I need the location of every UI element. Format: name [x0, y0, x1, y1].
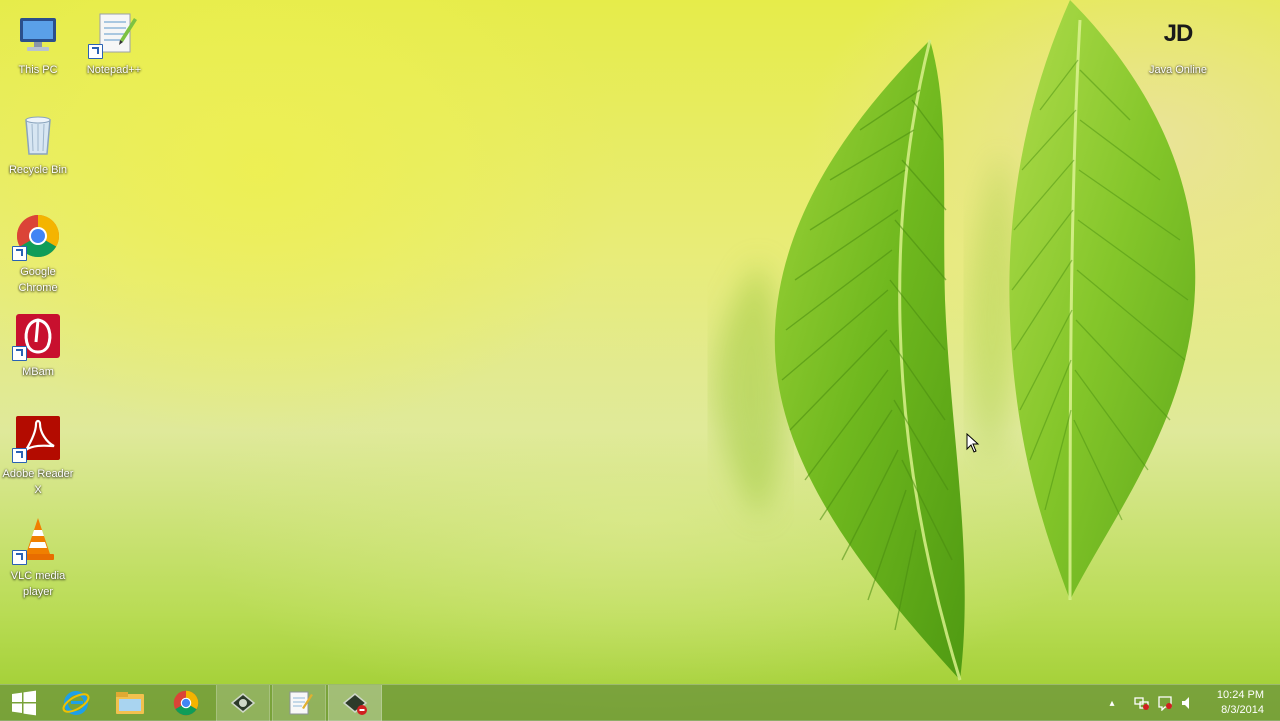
desktop-icon-java-online[interactable]: JD Java Online: [1140, 10, 1216, 78]
shortcut-arrow-icon: [12, 246, 27, 261]
network-icon: [1134, 697, 1149, 710]
taskbar-notepad[interactable]: [272, 685, 326, 721]
clock-time: 10:24 PM: [1216, 689, 1264, 701]
chrome-icon: [12, 212, 62, 261]
chrome-icon: [173, 690, 199, 716]
desktop-icon-label: VLC media player: [10, 570, 66, 598]
jdownloader-icon: JD: [1154, 10, 1202, 58]
shortcut-arrow-icon: [12, 550, 27, 565]
taskbar-media-app[interactable]: [216, 685, 270, 721]
desktop-icon-label: Adobe Reader X: [2, 468, 74, 496]
desktop-icon-label: Notepad++: [86, 64, 142, 76]
clock-date: 8/3/2014: [1221, 704, 1264, 716]
show-hidden-icons-button[interactable]: ▴: [1104, 695, 1120, 711]
taskbar: ▴ 10:24 PM 8/3/2014: [0, 684, 1280, 721]
taskbar-file-explorer[interactable]: [104, 685, 156, 721]
desktop-icon-mbam[interactable]: MBam: [0, 312, 76, 380]
tray-action-center[interactable]: [1157, 695, 1173, 711]
desktop-icon-label: MBam: [22, 366, 54, 378]
desktop-icon-this-pc[interactable]: This PC: [0, 10, 76, 78]
taskbar-chrome[interactable]: [160, 685, 212, 721]
shortcut-arrow-icon: [12, 448, 27, 463]
desktop-icon-recycle-bin[interactable]: Recycle Bin: [0, 110, 76, 178]
desktop-background: This PC Notepad++ Recycle Bin Google Chr…: [0, 0, 1280, 720]
desktop-icon-label: Recycle Bin: [8, 164, 68, 176]
recycle-bin-icon: [14, 110, 62, 158]
action-center-icon: [1158, 696, 1172, 711]
desktop-icon-adobe-reader[interactable]: Adobe Reader X: [0, 414, 76, 498]
desktop-icon-label: Google Chrome: [18, 266, 58, 294]
mouse-cursor-icon: [966, 433, 980, 453]
tray-network[interactable]: [1134, 695, 1150, 711]
wallpaper-leaves: [715, 0, 1196, 681]
shortcut-arrow-icon: [12, 346, 27, 361]
vlc-icon: [12, 516, 62, 565]
internet-explorer-icon: [62, 691, 90, 715]
notepad-icon: [289, 691, 313, 715]
desktop-icon-google-chrome[interactable]: Google Chrome: [0, 212, 76, 296]
computer-icon: [14, 10, 62, 58]
media-app-icon: [230, 693, 256, 713]
desktop-icon-label: This PC: [18, 64, 58, 76]
adobe-reader-icon: [12, 414, 62, 463]
desktop-icon-vlc[interactable]: VLC media player: [0, 516, 76, 600]
taskbar-clock[interactable]: 10:24 PM 8/3/2014: [1194, 688, 1264, 718]
jdownloader-logo-text: JD: [1163, 20, 1194, 47]
file-explorer-icon: [116, 692, 144, 714]
notepad-plus-plus-icon: [88, 10, 138, 59]
taskbar-internet-explorer[interactable]: [50, 685, 102, 721]
desktop-icon-notepad-plus-plus[interactable]: Notepad++: [76, 10, 152, 78]
shortcut-arrow-icon: [88, 44, 103, 59]
active-app-icon: [342, 693, 368, 715]
start-button[interactable]: [0, 685, 48, 721]
chevron-up-icon: ▴: [1109, 697, 1115, 709]
desktop-icon-label: Java Online: [1148, 64, 1208, 76]
taskbar-active-app[interactable]: [328, 685, 382, 721]
malwarebytes-icon: [12, 312, 62, 361]
windows-start-icon: [12, 690, 36, 716]
